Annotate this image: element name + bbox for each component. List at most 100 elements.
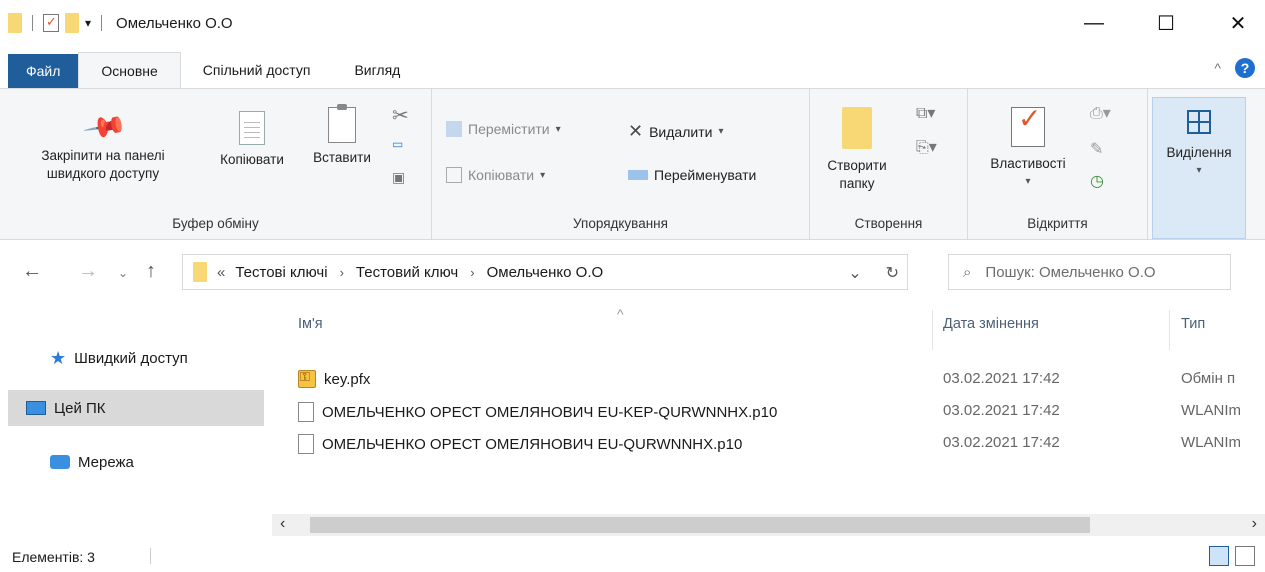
column-header-type[interactable]: Тип — [1181, 316, 1205, 332]
maximize-button[interactable]: ☐ — [1139, 0, 1193, 46]
scrollbar-thumb[interactable] — [310, 517, 1090, 533]
view-switcher — [1209, 546, 1255, 566]
select-grid-icon — [1187, 110, 1211, 134]
move-to-button[interactable]: Перемістити ▾ — [446, 121, 561, 137]
copy-label: Копіювати — [220, 152, 284, 167]
details-view-icon[interactable] — [1209, 546, 1229, 566]
chevron-right-icon[interactable]: › — [470, 265, 474, 280]
breadcrumb-item[interactable]: Омельченко О.О — [487, 264, 604, 281]
new-folder-icon — [842, 107, 872, 149]
help-icon[interactable]: ? — [1235, 58, 1255, 78]
copy-to-label: Копіювати — [468, 167, 535, 183]
table-row[interactable]: ОМЕЛЬЧЕНКО ОРЕСТ ОМЕЛЯНОВИЧ EU-KEP-QURWN… — [298, 396, 1265, 428]
recent-locations-icon[interactable]: ⌄ — [118, 266, 128, 280]
open-group-label: Відкриття — [1027, 216, 1088, 231]
tab-share[interactable]: Спільний доступ — [181, 52, 333, 88]
pin-label-line2: швидкого доступу — [46, 166, 160, 181]
easy-access-icon[interactable]: ⎘▾ — [916, 137, 937, 157]
open-group: Властивості ▾ ⎙▾ ✎ ◷ Відкриття — [968, 89, 1148, 239]
select-button[interactable]: Виділення ▾ — [1152, 97, 1246, 239]
file-name: key.pfx — [324, 370, 371, 388]
overflow-crumb[interactable]: « — [217, 264, 225, 281]
paste-label: Вставити — [313, 150, 371, 165]
nav-item-label: Цей ПК — [54, 399, 106, 417]
breadcrumb-item[interactable]: Тестові ключі — [235, 264, 327, 281]
file-date: 03.02.2021 17:42 — [943, 370, 1060, 387]
paste-button[interactable]: Вставити — [302, 104, 382, 167]
nav-item-this-pc[interactable]: Цей ПК — [8, 390, 264, 426]
search-input[interactable]: ⌕ Пошук: Омельченко О.О — [948, 254, 1231, 290]
window-title: Омельченко О.О — [116, 14, 233, 32]
file-type: WLANIm — [1181, 402, 1241, 419]
history-icon[interactable]: ◷ — [1090, 171, 1104, 191]
properties-icon[interactable] — [43, 14, 59, 32]
address-bar-controls: ⌄ ↻ — [848, 263, 899, 283]
copy-path-icon[interactable]: ▭ — [392, 137, 403, 151]
refresh-icon[interactable]: ↻ — [886, 263, 899, 283]
large-icons-view-icon[interactable] — [1235, 546, 1255, 566]
delete-label: Видалити — [649, 123, 713, 140]
nav-item-label: Мережа — [78, 453, 134, 471]
window-controls: — ☐ ✕ — [1067, 0, 1265, 46]
delete-button[interactable]: ✕ Видалити ▾ — [628, 121, 723, 142]
minimize-button[interactable]: — — [1067, 0, 1121, 46]
delete-icon: ✕ — [628, 121, 644, 141]
move-label: Перемістити — [468, 121, 550, 137]
select-button-content: Виділення ▾ — [1153, 110, 1245, 180]
chevron-right-icon[interactable]: › — [340, 265, 344, 280]
new-item-icon[interactable]: ⧉▾ — [916, 103, 935, 123]
up-arrow-icon[interactable]: ↑ — [146, 260, 156, 283]
table-row[interactable]: ОМЕЛЬЧЕНКО ОРЕСТ ОМЕЛЯНОВИЧ EU-QURWNNHX.… — [298, 428, 1265, 460]
chevron-down-icon: ▾ — [1196, 165, 1202, 176]
new-folder-icon[interactable] — [65, 13, 79, 33]
organize-group-label: Упорядкування — [573, 216, 668, 231]
nav-item-network[interactable]: Мережа — [50, 444, 282, 480]
close-button[interactable]: ✕ — [1211, 0, 1265, 46]
properties-button[interactable]: Властивості ▾ — [974, 107, 1082, 191]
table-row[interactable]: key.pfx 03.02.2021 17:42 Обмін п — [298, 364, 1265, 396]
copy-button[interactable]: Копіювати — [202, 111, 302, 169]
address-bar[interactable]: « Тестові ключі › Тестовий ключ › Омельч… — [182, 254, 908, 290]
pin-quick-access-button[interactable]: 📌 Закріпити на панелі швидкого доступу — [6, 104, 200, 183]
nav-item-quick-access[interactable]: ★ Швидкий доступ — [50, 340, 282, 376]
rename-button[interactable]: Перейменувати — [628, 167, 756, 183]
file-type: Обмін п — [1181, 370, 1236, 387]
blank-file-icon — [298, 434, 314, 454]
open-icon[interactable]: ⎙▾ — [1090, 103, 1111, 123]
file-type: WLANIm — [1181, 434, 1241, 451]
cut-icon[interactable]: ✂ — [392, 103, 409, 128]
copy-to-button[interactable]: Копіювати ▾ — [446, 167, 545, 183]
column-divider[interactable] — [1169, 310, 1170, 350]
new-folder-label-line1: Створити — [827, 158, 887, 173]
file-name-cell: ОМЕЛЬЧЕНКО ОРЕСТ ОМЕЛЯНОВИЧ EU-QURWNNHX.… — [298, 434, 742, 454]
rename-icon — [628, 170, 648, 180]
tab-home[interactable]: Основне — [78, 52, 181, 88]
collapse-ribbon-icon[interactable]: ^ — [1214, 60, 1221, 76]
new-folder-label-line2: папку — [839, 176, 875, 191]
file-name-cell: ОМЕЛЬЧЕНКО ОРЕСТ ОМЕЛЯНОВИЧ EU-KEP-QURWN… — [298, 402, 777, 422]
tab-view[interactable]: Вигляд — [332, 52, 422, 88]
search-placeholder: Пошук: Омельченко О.О — [985, 263, 1156, 281]
pin-icon: 📌 — [82, 104, 129, 150]
key-file-icon — [298, 369, 316, 388]
chevron-down-icon[interactable]: ⌄ — [848, 263, 861, 283]
column-divider[interactable] — [932, 310, 933, 350]
breadcrumb-item[interactable]: Тестовий ключ — [356, 264, 458, 281]
horizontal-scrollbar[interactable]: ‹ › — [272, 514, 1265, 536]
scroll-left-icon[interactable]: ‹ — [280, 515, 285, 533]
forward-arrow-icon[interactable]: → — [78, 260, 98, 283]
customize-toolbar-icon[interactable]: ▾ — [85, 16, 91, 30]
paste-shortcut-icon[interactable]: ▣ — [392, 169, 405, 186]
edit-icon[interactable]: ✎ — [1090, 139, 1103, 159]
new-folder-button[interactable]: Створити папку — [816, 107, 898, 193]
divider — [150, 548, 151, 564]
blank-file-icon — [298, 402, 314, 422]
ribbon-tabs: Файл Основне Спільний доступ Вигляд ^ ? — [0, 52, 1265, 88]
scroll-right-icon[interactable]: › — [1252, 515, 1257, 533]
network-icon — [50, 455, 70, 469]
column-header-date[interactable]: Дата змінення — [943, 316, 1039, 332]
back-arrow-icon[interactable]: ← — [22, 260, 42, 283]
tab-file[interactable]: Файл — [8, 54, 79, 88]
column-header-name[interactable]: Ім'я — [298, 316, 323, 332]
file-name: ОМЕЛЬЧЕНКО ОРЕСТ ОМЕЛЯНОВИЧ EU-QURWNNHX.… — [322, 435, 743, 453]
